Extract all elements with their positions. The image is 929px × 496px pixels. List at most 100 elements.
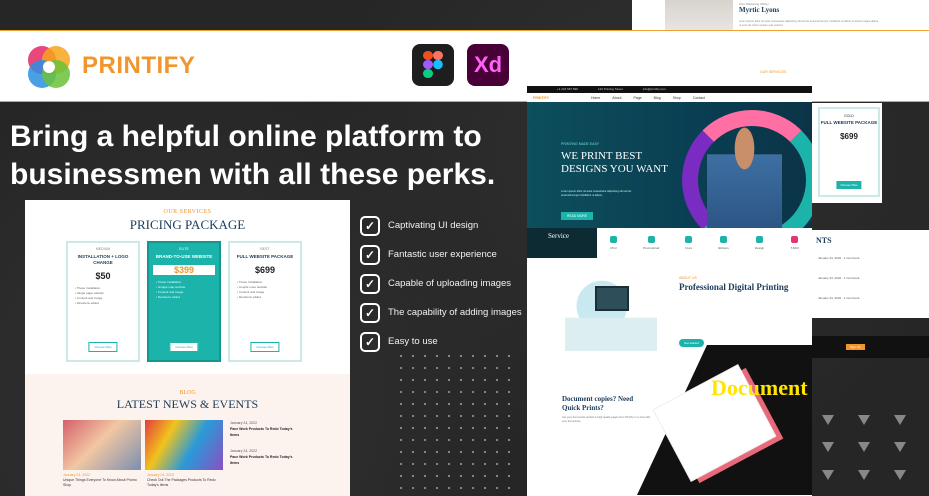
main-nav: PRINTIFY Home About Page Blog Shop Conta… xyxy=(527,93,812,102)
post-date: January 24, 2022 xyxy=(230,421,258,425)
about-section: ABOUT US Professional Digital Printing G… xyxy=(527,258,812,353)
blog-image xyxy=(63,420,141,470)
caption-title[interactable]: Unique Things Everyone To Know About Pro… xyxy=(63,478,137,487)
read-more-button[interactable]: READ MORE xyxy=(561,212,593,220)
nav-logo[interactable]: PRINTIFY xyxy=(533,96,549,100)
testimonial-quote: Lorem ipsum dolor sit amet consectetur a… xyxy=(739,20,879,27)
service-design[interactable]: Design xyxy=(755,236,764,250)
check-icon: ✓ xyxy=(360,302,380,323)
service-strip: Service Print Promotional Cups Stickers … xyxy=(527,228,812,258)
cup-icon xyxy=(685,236,693,243)
plan-name: FULL WEBSITE PACKAGE xyxy=(236,254,294,259)
adobe-xd-icon: Xd xyxy=(467,44,509,86)
subscribe-button[interactable]: Sign Up xyxy=(846,344,865,350)
hero-banner: PRINTING MADE EASY WE PRINT BEST DESIGNS… xyxy=(527,102,812,228)
nav-blog[interactable]: Blog xyxy=(654,96,661,100)
service-label: Stickers xyxy=(718,246,729,250)
plan-card-elite: ELITE BRAND-TO-USE WEBSITE $399 • These … xyxy=(147,241,221,362)
plan-name: INSTALLATION + LOGO CHANGE xyxy=(77,254,129,265)
plan-tag: ELITE xyxy=(179,247,189,251)
side-blog-preview: NTS January 24, 2022 · 1 Comment January… xyxy=(812,230,929,318)
plan-price: $699 xyxy=(254,265,276,275)
plan-features: • These Installation • Single page websit… xyxy=(75,286,104,305)
service-label: Cups xyxy=(685,246,693,250)
triangle-decoration-row xyxy=(822,415,929,425)
blog-caption: January 24, 2022 Unique Things Everyone T… xyxy=(63,473,143,488)
print-icon xyxy=(610,236,618,243)
triangle-decoration-row xyxy=(822,442,929,452)
post-date: January 24, 2022 xyxy=(818,296,842,300)
perk-item: ✓ The capability of adding images xyxy=(360,298,530,327)
plan-price: $399 xyxy=(153,265,215,275)
document-title: Document copies? Need Quick Prints? xyxy=(562,395,634,412)
nav-about[interactable]: About xyxy=(612,96,621,100)
perk-item: ✓ Capable of uploading images xyxy=(360,269,530,298)
printify-logo-icon xyxy=(28,46,70,88)
service-label: Print xyxy=(610,246,617,250)
plan-name: BRAND-TO-USE WEBSITE xyxy=(155,254,213,259)
perk-label: Easy to use xyxy=(388,336,438,347)
nav-shop[interactable]: Shop xyxy=(673,96,681,100)
perk-item: ✓ Captivating UI design xyxy=(360,211,530,240)
check-icon: ✓ xyxy=(360,331,380,352)
hero-kicker: PRINTING MADE EASY xyxy=(561,142,600,146)
plan-card-medium: MEDIUM INSTALLATION + LOGO CHANGE $50 • … xyxy=(66,241,140,362)
nav-contact[interactable]: Contact xyxy=(693,96,705,100)
blog-title: LATEST NEWS & EVENTS xyxy=(116,397,259,411)
side-pricing-preview: GOLD FULL WEBSITE PACKAGE $699 Choose Pl… xyxy=(812,103,882,203)
choose-plan-button[interactable]: Choose Plan xyxy=(250,342,280,352)
side-blog-meta: January 24, 2022 · 1 Comment xyxy=(818,296,860,300)
blog-posts: January 24, 2022 Pace Work Products To R… xyxy=(25,412,350,470)
document-section: Document Document copies? Need Quick Pri… xyxy=(527,345,812,495)
side-blog-meta: January 24, 2022 · 1 Comment xyxy=(818,256,860,260)
monitor-illustration xyxy=(595,286,629,311)
check-icon: ✓ xyxy=(360,215,380,236)
blog-captions: January 24, 2022 Unique Things Everyone T… xyxy=(25,470,350,488)
plan-card-best: BEST FULL WEBSITE PACKAGE $699 • These I… xyxy=(228,241,302,362)
dot-grid-decoration xyxy=(395,350,515,490)
choose-plan-button[interactable]: Choose Plan xyxy=(88,342,118,352)
perk-label: The capability of adding images xyxy=(388,307,522,318)
service-tshirt[interactable]: T-Shirt xyxy=(790,236,799,250)
plan-features: • These Installation • Google map website… xyxy=(156,280,186,299)
side-pricing-kicker: OUR SERVICES xyxy=(760,70,787,74)
caption-title[interactable]: Check Out The Packages Products To Redo … xyxy=(147,478,216,487)
post-title[interactable]: Pace Work Products To Redo Today's Items xyxy=(230,427,292,437)
service-stickers[interactable]: Stickers xyxy=(718,236,729,250)
service-items: Print Promotional Cups Stickers Design T… xyxy=(597,228,812,258)
post-date: January 24, 2022 xyxy=(818,256,842,260)
service-label: Promotional xyxy=(643,246,660,250)
service-promotional[interactable]: Promotional xyxy=(643,236,659,250)
home-page-preview: +1 234 567 890 123 Printing Street info@pr… xyxy=(527,86,812,496)
sticker-icon xyxy=(719,236,727,243)
newsletter-strip: Sign Up xyxy=(812,336,929,358)
tshirt-icon xyxy=(791,236,799,243)
headline: Bring a helpful online platform to busin… xyxy=(10,120,496,191)
plan-price: $50 xyxy=(95,271,111,281)
brand-name: PRINTIFY xyxy=(82,52,196,79)
triangle-decoration-row xyxy=(822,470,929,480)
pricing-page-preview: OUR SERVICES PRICING PACKAGE MEDIUM INST… xyxy=(25,200,350,496)
side-blog-title: NTS xyxy=(816,236,832,245)
plan-price: $699 xyxy=(840,132,858,141)
choose-plan-button[interactable]: Choose Plan xyxy=(169,342,199,352)
post-comments: 1 Comment xyxy=(843,256,860,260)
nav-home[interactable]: Home xyxy=(591,96,600,100)
service-label: Design xyxy=(754,246,765,250)
choose-plan-button[interactable]: Choose Plan xyxy=(836,181,862,189)
plan-tag: BEST xyxy=(260,247,270,251)
perk-item: ✓ Fantastic user experience xyxy=(360,240,530,269)
service-label: T-Shirt xyxy=(790,246,799,250)
caption-date: January 24, 2022 xyxy=(147,473,175,477)
about-kicker: ABOUT US xyxy=(679,276,697,280)
perk-label: Capable of uploading images xyxy=(388,278,512,289)
service-print[interactable]: Print xyxy=(610,236,618,250)
side-blog-meta: January 24, 2022 · 1 Comment xyxy=(818,276,860,280)
post-title[interactable]: Pace Work Products To Redo Today's Items xyxy=(230,455,292,465)
service-cups[interactable]: Cups xyxy=(685,236,692,250)
get-started-button[interactable]: Get started xyxy=(679,339,704,347)
nav-page[interactable]: Page xyxy=(633,96,641,100)
check-icon: ✓ xyxy=(360,273,380,294)
blog-image xyxy=(145,420,223,470)
blog-section: BLOG LATEST NEWS & EVENTS January 24, 20… xyxy=(25,374,350,496)
